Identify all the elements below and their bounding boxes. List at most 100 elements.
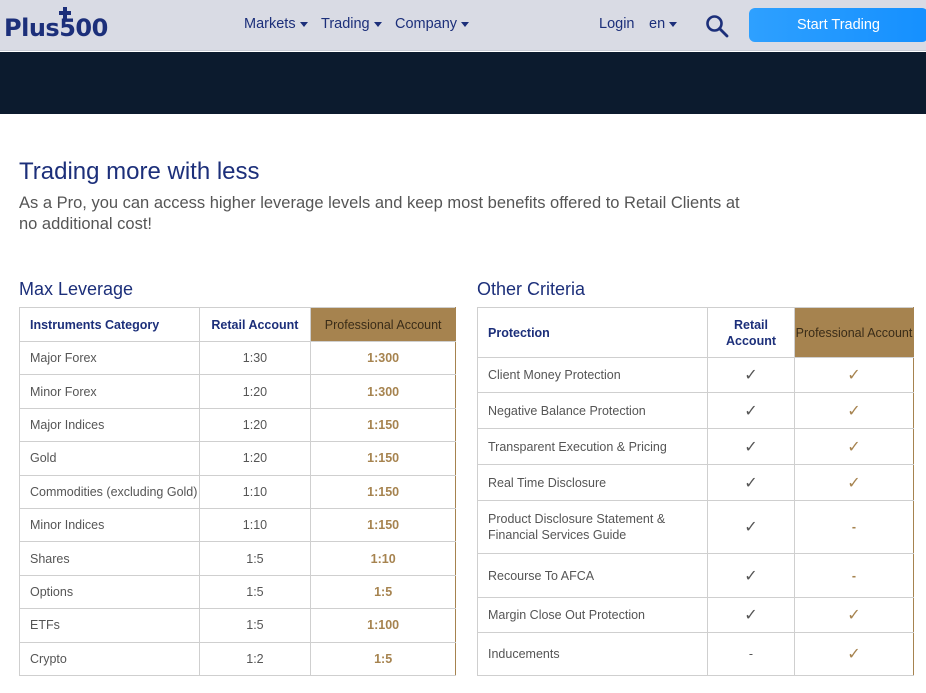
professional-cell: 1:100 xyxy=(310,608,456,643)
section-heading: Trading more with less xyxy=(19,158,260,185)
table-row: ETFs 1:5 1:100 xyxy=(19,608,456,643)
column-header-professional: Professional Account xyxy=(794,307,914,358)
retail-cell: 1:10 xyxy=(198,474,312,509)
retail-cell: 1:20 xyxy=(198,441,312,476)
professional-cell: 1:150 xyxy=(310,507,456,543)
retail-check-icon: ✓ xyxy=(707,357,795,393)
category-cell: Options xyxy=(19,574,200,610)
table-row: Real Time Disclosure ✓ ✓ xyxy=(477,464,914,501)
top-navigation-bar: Plus500 Markets Trading Company Login en… xyxy=(0,0,926,51)
plus500-logo[interactable]: Plus500 xyxy=(4,7,124,42)
search-icon[interactable] xyxy=(705,14,729,38)
retail-cell: 1:2 xyxy=(198,641,312,676)
criterion-name: Recourse To AFCA xyxy=(477,553,708,598)
table-row: Commodities (excluding Gold) 1:10 1:150 xyxy=(19,474,456,509)
retail-cell: 1:20 xyxy=(198,407,312,443)
category-cell: Minor Indices xyxy=(19,507,200,543)
criterion-name: Product Disclosure Statement & Financial… xyxy=(477,500,708,554)
caret-down-icon xyxy=(669,22,678,27)
table-row: Gold 1:20 1:150 xyxy=(19,441,456,476)
professional-cell: 1:10 xyxy=(310,541,456,576)
retail-check-icon: ✓ xyxy=(707,597,795,633)
category-cell: Gold xyxy=(19,441,200,476)
professional-check-icon: ✓ xyxy=(794,357,914,393)
professional-check-icon: ✓ xyxy=(794,597,914,633)
start-trading-button[interactable]: Start Trading xyxy=(749,8,926,42)
professional-cell: 1:150 xyxy=(310,441,456,476)
professional-cell: 1:150 xyxy=(310,474,456,509)
retail-check-icon: ✓ xyxy=(707,392,795,429)
professional-cell: 1:300 xyxy=(310,340,456,376)
criterion-name: Negative Balance Protection xyxy=(477,392,708,429)
professional-cell: 1:5 xyxy=(310,574,456,610)
table-row: Shares 1:5 1:10 xyxy=(19,541,456,576)
professional-check-icon: ✓ xyxy=(794,428,914,465)
column-header-protection: Protection xyxy=(477,307,708,358)
table-row: Minor Forex 1:20 1:300 xyxy=(19,374,456,409)
retail-cell: 1:5 xyxy=(198,574,312,610)
column-header-professional: Professional Account xyxy=(310,307,456,342)
column-header-retail: Retail Account xyxy=(198,307,312,342)
criterion-name: Inducements xyxy=(477,632,708,676)
retail-cell: 1:5 xyxy=(198,608,312,643)
table-row: Transparent Execution & Pricing ✓ ✓ xyxy=(477,428,914,465)
retail-cell: 1:20 xyxy=(198,374,312,409)
table-row: Negative Balance Protection ✓ ✓ xyxy=(477,392,914,429)
language-selector[interactable]: en xyxy=(649,16,678,32)
table-row: Client Money Protection ✓ ✓ xyxy=(477,357,914,393)
login-link[interactable]: Login xyxy=(599,16,634,32)
criterion-name: Transparent Execution & Pricing xyxy=(477,428,708,465)
category-cell: Shares xyxy=(19,541,200,576)
table-row: Major Forex 1:30 1:300 xyxy=(19,340,456,376)
retail-check-icon: ✓ xyxy=(707,464,795,501)
table-row: Inducements - ✓ xyxy=(477,632,914,676)
language-label: en xyxy=(649,16,666,32)
retail-cell: 1:10 xyxy=(198,507,312,543)
nav-trading-label: Trading xyxy=(321,16,370,32)
professional-check-icon: ✓ xyxy=(794,392,914,429)
logo-text: Plus500 xyxy=(4,14,108,42)
login-label: Login xyxy=(599,16,635,32)
category-cell: Minor Forex xyxy=(19,374,200,409)
table-header-row: Protection Retail Account Professional A… xyxy=(477,307,914,358)
max-leverage-table: Instruments Category Retail Account Prof… xyxy=(19,307,456,676)
category-cell: ETFs xyxy=(19,608,200,643)
column-header-category: Instruments Category xyxy=(19,307,200,342)
criterion-name: Real Time Disclosure xyxy=(477,464,708,501)
retail-check-icon: ✓ xyxy=(707,500,795,554)
other-criteria-title: Other Criteria xyxy=(477,279,586,299)
nav-markets-label: Markets xyxy=(244,16,296,32)
nav-trading[interactable]: Trading xyxy=(321,16,382,32)
category-cell: Major Indices xyxy=(19,407,200,443)
professional-check-icon: ✓ xyxy=(794,464,914,501)
retail-cell: 1:5 xyxy=(198,541,312,576)
retail-check-icon: ✓ xyxy=(707,553,795,598)
category-cell: Major Forex xyxy=(19,340,200,376)
category-cell: Commodities (excluding Gold) xyxy=(19,474,200,509)
table-row: Minor Indices 1:10 1:150 xyxy=(19,507,456,543)
professional-check-icon: ✓ xyxy=(794,632,914,676)
professional-dash: - xyxy=(794,553,914,598)
table-row: Crypto 1:2 1:5 xyxy=(19,641,456,676)
caret-down-icon xyxy=(299,22,308,27)
nav-company[interactable]: Company xyxy=(395,16,470,32)
table-row: Product Disclosure Statement & Financial… xyxy=(477,500,914,554)
professional-cell: 1:150 xyxy=(310,407,456,443)
nav-company-label: Company xyxy=(395,16,458,32)
retail-check-icon: ✓ xyxy=(707,428,795,465)
category-cell: Crypto xyxy=(19,641,200,676)
hero-banner xyxy=(0,52,926,114)
table-row: Recourse To AFCA ✓ - xyxy=(477,553,914,598)
retail-dash: - xyxy=(707,632,795,676)
nav-markets[interactable]: Markets xyxy=(244,16,308,32)
table-header-row: Instruments Category Retail Account Prof… xyxy=(19,307,456,342)
max-leverage-title: Max Leverage xyxy=(19,279,134,299)
plus-cross-icon xyxy=(59,7,71,19)
other-criteria-table: Protection Retail Account Professional A… xyxy=(477,307,914,676)
intro-paragraph: As a Pro, you can access higher leverage… xyxy=(19,194,740,233)
table-row: Major Indices 1:20 1:150 xyxy=(19,407,456,443)
criterion-name: Margin Close Out Protection xyxy=(477,597,708,633)
caret-down-icon xyxy=(373,22,382,27)
professional-cell: 1:300 xyxy=(310,374,456,409)
professional-dash: - xyxy=(794,500,914,554)
